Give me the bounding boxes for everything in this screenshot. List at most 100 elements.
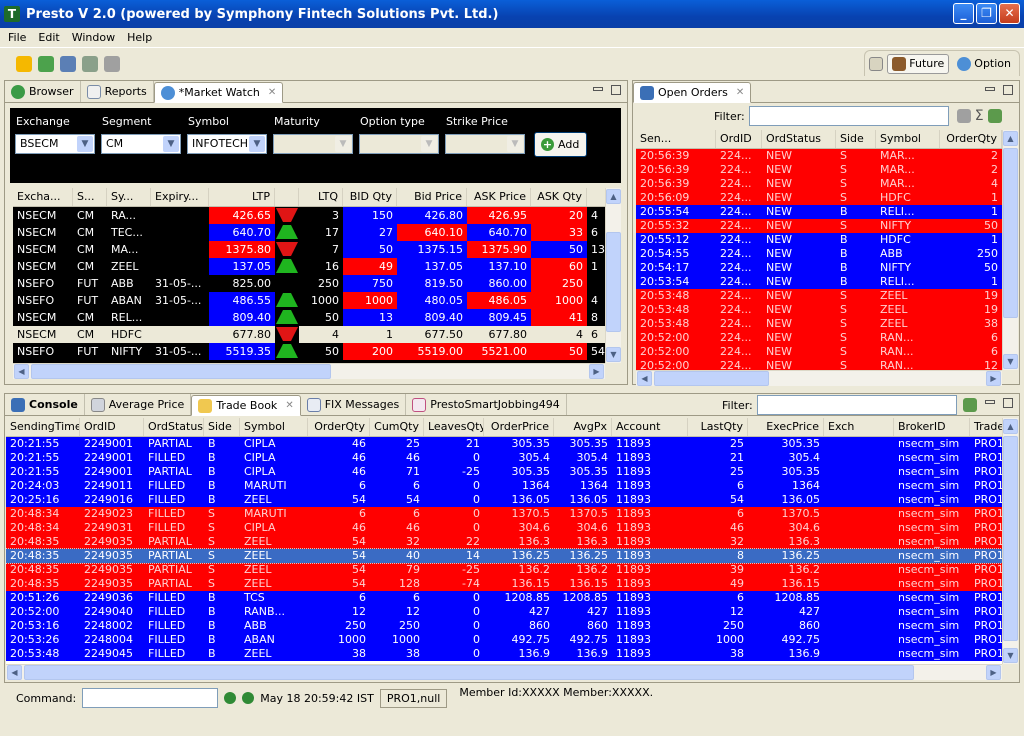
column-header[interactable]: Symbol	[240, 418, 308, 436]
market-watch-row[interactable]: NSECM CM ZEEL 137.05 16 49 137.05 137.10 60 1	[13, 258, 605, 275]
trade-row[interactable]: 20:52:00 2249040 FILLED B RANB... 12 12 0 427 427…	[6, 605, 1002, 619]
column-header[interactable]	[275, 188, 299, 206]
column-header[interactable]: Side	[204, 418, 240, 436]
keyboard-icon[interactable]	[104, 56, 120, 72]
open-order-row[interactable]: 20:52:00 224... NEW S RAN... 6	[636, 345, 1002, 359]
document-export-icon[interactable]	[82, 56, 98, 72]
close-button[interactable]: ✕	[999, 3, 1020, 24]
menu-window[interactable]: Window	[66, 31, 121, 44]
strike-price-select[interactable]: ▼	[445, 134, 525, 154]
column-header[interactable]: Side	[836, 130, 876, 148]
command-input[interactable]	[82, 688, 219, 708]
menu-file[interactable]: File	[2, 31, 32, 44]
market-watch-row[interactable]: NSEFO FUT NIFTY 31-05-... 5519.35 50 200 5519.0…	[13, 343, 605, 360]
column-header[interactable]: Sen...	[636, 130, 716, 148]
column-header[interactable]: OrdStatus	[762, 130, 836, 148]
column-header[interactable]: S...	[73, 188, 107, 206]
scroll-down-icon[interactable]: ▼	[1003, 648, 1018, 663]
column-header[interactable]: Sy...	[107, 188, 151, 206]
tab-trade-book[interactable]: Trade Book ✕	[191, 395, 301, 416]
scroll-thumb[interactable]	[1003, 148, 1018, 318]
scroll-left-icon[interactable]: ◀	[7, 665, 22, 680]
minimize-view-icon[interactable]	[593, 87, 603, 91]
open-order-row[interactable]: 20:52:00 224... NEW S RAN... 6	[636, 331, 1002, 345]
market-watch-row[interactable]: NSEFO FUT ABAN 31-05-... 486.55 1000 1000 480.0…	[13, 292, 605, 309]
sigma-icon[interactable]: Σ	[975, 108, 984, 124]
trade-book-hscroll[interactable]: ◀ ▶	[6, 664, 1002, 680]
column-header[interactable]: LTQ	[299, 188, 343, 206]
column-header[interactable]: Account	[612, 418, 688, 436]
column-header[interactable]: CumQty	[370, 418, 424, 436]
trade-row[interactable]: 20:21:55 2249001 FILLED B CIPLA 46 46 0 305.4 305…	[6, 451, 1002, 465]
scroll-thumb[interactable]	[1003, 436, 1018, 641]
menu-help[interactable]: Help	[121, 31, 158, 44]
open-order-row[interactable]: 20:55:12 224... NEW B HDFC 1	[636, 233, 1002, 247]
market-watch-vscroll[interactable]: ▲ ▼	[605, 188, 621, 363]
menu-edit[interactable]: Edit	[32, 31, 65, 44]
add-button[interactable]: + Add	[534, 132, 587, 157]
puzzle-blue-icon[interactable]	[60, 56, 76, 72]
column-header[interactable]: OrdID	[80, 418, 144, 436]
open-order-row[interactable]: 20:53:48 224... NEW S ZEEL 19	[636, 289, 1002, 303]
market-watch-hscroll[interactable]: ◀ ▶	[13, 363, 605, 379]
market-watch-row[interactable]: NSECM CM MA... 1375.80 7 50 1375.15 1375.90 50 13	[13, 241, 605, 258]
open-orders-vscroll[interactable]: ▲ ▼	[1002, 130, 1018, 370]
trade-row[interactable]: 20:53:48 2249045 FILLED B ZEEL 38 38 0 136.9 136.…	[6, 647, 1002, 661]
column-header[interactable]: LeavesQty	[424, 418, 484, 436]
open-order-row[interactable]: 20:56:09 224... NEW S HDFC 1	[636, 191, 1002, 205]
open-order-row[interactable]: 20:56:39 224... NEW S MAR... 4	[636, 177, 1002, 191]
open-order-row[interactable]: 20:55:54 224... NEW B RELI... 1	[636, 205, 1002, 219]
market-watch-row[interactable]: NSEFO FUT ABB 31-05-... 825.00 250 750 819.50 86…	[13, 275, 605, 292]
trade-row[interactable]: 20:53:26 2248004 FILLED B ABAN 1000 1000 0 492.7…	[6, 633, 1002, 647]
column-header[interactable]: LastQty	[688, 418, 748, 436]
minimize-view-icon[interactable]	[985, 87, 995, 91]
column-header[interactable]: OrderQty	[940, 130, 1002, 148]
column-header[interactable]: BID Qty	[343, 188, 397, 206]
puzzle-green-icon[interactable]	[38, 56, 54, 72]
trade-row[interactable]: 20:48:35 2249035 PARTIAL S ZEEL 54 32 22 136.3 13…	[6, 535, 1002, 549]
scroll-right-icon[interactable]: ▶	[986, 371, 1001, 386]
open-orders-hscroll[interactable]: ◀ ▶	[636, 370, 1002, 386]
market-watch-row[interactable]: NSECM CM REL... 809.40 50 13 809.40 809.45 41 8	[13, 309, 605, 326]
trade-row[interactable]: 20:48:34 2249031 FILLED S CIPLA 46 46 0 304.6 304…	[6, 521, 1002, 535]
column-header[interactable]: ASK Price	[467, 188, 531, 206]
tab-open-orders[interactable]: Open Orders ✕	[633, 82, 752, 103]
scroll-down-icon[interactable]: ▼	[1003, 354, 1018, 369]
trade-row[interactable]: 20:51:26 2249036 FILLED B TCS 6 6 0 1208.85 1208.…	[6, 591, 1002, 605]
trade-row[interactable]: 20:24:03 2249011 FILLED B MARUTI 6 6 0 1364 1364 1…	[6, 479, 1002, 493]
scroll-thumb[interactable]	[654, 371, 769, 386]
add-image-icon[interactable]	[962, 398, 977, 412]
option-type-select[interactable]: ▼	[359, 134, 439, 154]
column-header[interactable]: Trader	[970, 418, 1002, 436]
column-header[interactable]: Expiry...	[151, 188, 209, 206]
scroll-up-icon[interactable]: ▲	[606, 189, 621, 204]
segment-select[interactable]: CM ▼	[101, 134, 181, 154]
open-order-row[interactable]: 20:55:32 224... NEW S NIFTY 50	[636, 219, 1002, 233]
column-header[interactable]: AvgPx	[554, 418, 612, 436]
open-order-row[interactable]: 20:54:17 224... NEW B NIFTY 50	[636, 261, 1002, 275]
symbol-select[interactable]: INFOTECH ▼	[187, 134, 267, 154]
column-header[interactable]: Exch	[824, 418, 894, 436]
open-perspective-icon[interactable]	[869, 56, 884, 71]
restore-button[interactable]: ❐	[976, 3, 997, 24]
scroll-right-icon[interactable]: ▶	[986, 665, 1001, 680]
scroll-thumb[interactable]	[24, 665, 914, 680]
minimize-button[interactable]: _	[953, 3, 974, 24]
open-order-row[interactable]: 20:52:00 224... NEW S RAN... 12	[636, 359, 1002, 370]
column-header[interactable]: ASK Qty	[531, 188, 587, 206]
column-header[interactable]: OrdID	[716, 130, 762, 148]
close-tab-icon[interactable]: ✕	[736, 87, 744, 98]
scroll-right-icon[interactable]: ▶	[589, 364, 604, 379]
column-header[interactable]: Excha...	[13, 188, 73, 206]
market-watch-row[interactable]: NSECM CM TEC... 640.70 17 27 640.10 640.70 33 6	[13, 224, 605, 241]
trade-book-vscroll[interactable]: ▲ ▼	[1002, 418, 1018, 664]
trade-row[interactable]: 20:21:55 2249001 PARTIAL B CIPLA 46 25 21 305.35…	[6, 437, 1002, 451]
tab-console[interactable]: Console	[5, 394, 85, 415]
trade-row[interactable]: 20:21:55 2249001 PARTIAL B CIPLA 46 71 -25 305.3…	[6, 465, 1002, 479]
column-header[interactable]: BrokerID	[894, 418, 970, 436]
trade-row[interactable]: 20:25:16 2249016 FILLED B ZEEL 54 54 0 136.05 136…	[6, 493, 1002, 507]
market-watch-row[interactable]: NSECM CM HDFC 677.80 4 1 677.50 677.80 4 6	[13, 326, 605, 343]
trade-row[interactable]: 20:48:35 2249035 PARTIAL S ZEEL 54 128 -74 136.1…	[6, 577, 1002, 591]
exchange-select[interactable]: BSECM ▼	[15, 134, 95, 154]
keyboard-icon[interactable]	[956, 109, 971, 123]
